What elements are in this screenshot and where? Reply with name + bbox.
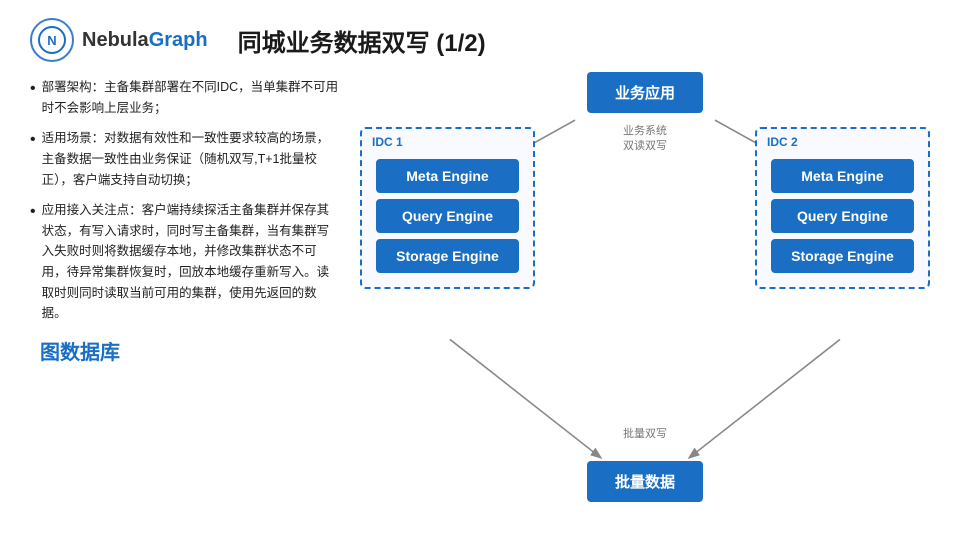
batch-data-box: 批量数据 bbox=[587, 461, 703, 502]
bullet-text-2: 适用场景：对数据有效性和一致性要求较高的场景，主备数据一致性由业务保证（随机双写… bbox=[42, 128, 340, 190]
idc2-container: IDC 2 Meta Engine Query Engine Storage E… bbox=[755, 127, 930, 289]
idc1-container: IDC 1 Meta Engine Query Engine Storage E… bbox=[360, 127, 535, 289]
query-engine-2: Query Engine bbox=[771, 199, 914, 233]
meta-engine-1: Meta Engine bbox=[376, 159, 519, 193]
query-engine-1: Query Engine bbox=[376, 199, 519, 233]
right-panel: 业务应用 业务系统 双读双写 IDC 1 Meta Engine Query E… bbox=[360, 72, 930, 532]
page-title: 同城业务数据双写 (1/2) bbox=[238, 23, 486, 58]
logo-graph: Graph bbox=[149, 29, 208, 51]
bullet-dot: • bbox=[30, 202, 36, 324]
batch-annotation: 批量双写 bbox=[623, 427, 667, 442]
biz-app-label: 业务应用 bbox=[615, 85, 675, 102]
annotation-top-line2: 双读双写 bbox=[623, 140, 667, 152]
left-panel: • 部署架构：主备集群部署在不同IDC，当单集群不可用时不会影响上层业务； • … bbox=[30, 72, 340, 532]
logo-nebula: Nebula bbox=[82, 29, 149, 51]
storage-engine-2: Storage Engine bbox=[771, 239, 914, 273]
idc2-label: IDC 2 bbox=[767, 135, 798, 149]
header: N NebulaGraph 同城业务数据双写 (1/2) bbox=[0, 0, 960, 72]
bullet-dot: • bbox=[30, 79, 36, 118]
logo-icon: N bbox=[30, 18, 74, 62]
biz-app-box: 业务应用 bbox=[587, 72, 703, 113]
annotation-top-line1: 业务系统 bbox=[623, 125, 667, 137]
biz-annotation: 业务系统 双读双写 bbox=[623, 124, 667, 155]
idc1-label: IDC 1 bbox=[372, 135, 403, 149]
bullet-text-3: 应用接入关注点：客户端持续探活主备集群并保存其状态，有写入请求时，同时写主备集群… bbox=[42, 200, 340, 324]
main-content: • 部署架构：主备集群部署在不同IDC，当单集群不可用时不会影响上层业务； • … bbox=[0, 72, 960, 532]
logo-text: NebulaGraph bbox=[82, 29, 208, 52]
list-item: • 适用场景：对数据有效性和一致性要求较高的场景，主备数据一致性由业务保证（随机… bbox=[30, 128, 340, 190]
batch-data-label: 批量数据 bbox=[615, 474, 675, 491]
bullet-dot: • bbox=[30, 130, 36, 190]
svg-text:N: N bbox=[47, 33, 56, 48]
bullet-text-1: 部署架构：主备集群部署在不同IDC，当单集群不可用时不会影响上层业务； bbox=[42, 77, 340, 118]
list-item: • 应用接入关注点：客户端持续探活主备集群并保存其状态，有写入请求时，同时写主备… bbox=[30, 200, 340, 324]
list-item: • 部署架构：主备集群部署在不同IDC，当单集群不可用时不会影响上层业务； bbox=[30, 77, 340, 118]
meta-engine-2: Meta Engine bbox=[771, 159, 914, 193]
bullet-list: • 部署架构：主备集群部署在不同IDC，当单集群不可用时不会影响上层业务； • … bbox=[30, 77, 340, 324]
annotation-bottom: 批量双写 bbox=[623, 428, 667, 440]
storage-engine-1: Storage Engine bbox=[376, 239, 519, 273]
logo: N NebulaGraph bbox=[30, 18, 208, 62]
graph-db-label: 图数据库 bbox=[40, 336, 340, 365]
